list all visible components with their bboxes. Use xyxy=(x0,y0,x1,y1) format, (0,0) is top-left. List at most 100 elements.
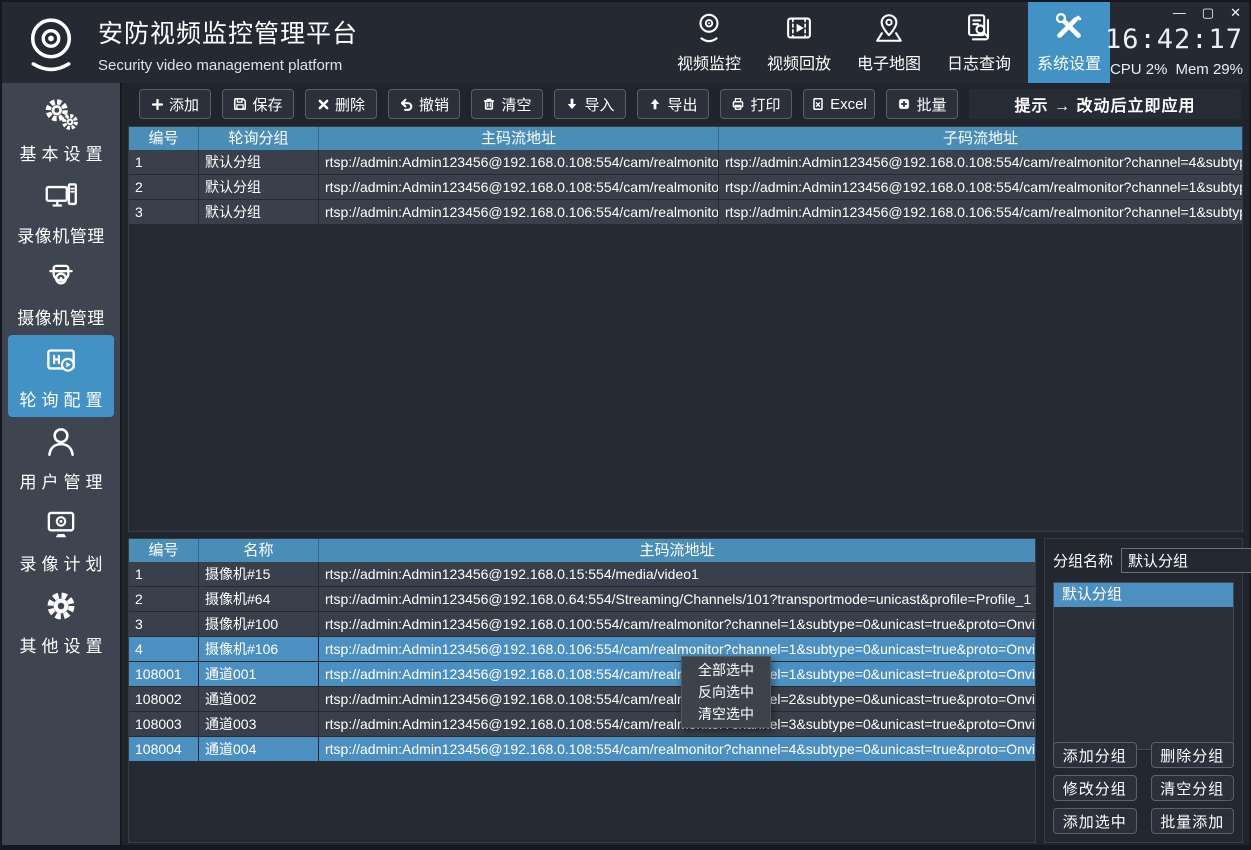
sidebar-item-label: 录像计划 xyxy=(20,550,108,575)
context-menu: 全部选中 反向选中 清空选中 xyxy=(681,656,771,728)
batch-button[interactable]: 批量 xyxy=(886,89,958,119)
nav-label: 系统设置 xyxy=(1037,50,1101,74)
table-row[interactable]: 3 默认分组 rtsp://admin:Admin123456@192.168.… xyxy=(129,200,1242,225)
table-row[interactable]: 1 默认分组 rtsp://admin:Admin123456@192.168.… xyxy=(129,150,1242,175)
add-button[interactable]: 添加 xyxy=(139,89,211,119)
table-row[interactable]: 3 摄像机#100 rtsp://admin:Admin123456@192.1… xyxy=(129,612,1035,637)
sidebar-item-label: 摄像机管理 xyxy=(17,304,105,329)
print-button[interactable]: 打印 xyxy=(720,89,792,119)
column-header: 名称 xyxy=(199,539,319,562)
column-header: 编号 xyxy=(129,539,199,562)
toolbar: 添加 保存 删除 撤销 xyxy=(139,89,1241,119)
sidebar-item-user-management[interactable]: 用户管理 xyxy=(8,417,114,499)
undo-icon xyxy=(399,97,414,112)
mem-usage: Mem 29% xyxy=(1175,61,1243,78)
gears-icon xyxy=(42,95,80,133)
webcam-icon xyxy=(692,11,726,45)
nav-video-monitor[interactable]: 视频监控 xyxy=(668,2,750,83)
save-icon xyxy=(233,97,247,111)
import-button[interactable]: 导入 xyxy=(554,89,626,119)
excel-icon xyxy=(811,97,825,111)
table-header-row: 编号 名称 主码流地址 xyxy=(129,539,1035,562)
header-bar: 安防视频监控管理平台 Security video management pla… xyxy=(2,2,1249,83)
nav-label: 日志查询 xyxy=(947,50,1011,74)
table-row-selected[interactable]: 108001 通道001 rtsp://admin:Admin123456@19… xyxy=(129,662,1035,687)
cpu-usage: CPU 2% xyxy=(1110,61,1168,78)
log-search-icon xyxy=(962,11,996,45)
minimize-button[interactable]: — xyxy=(1173,5,1186,21)
sidebar-item-basic-settings[interactable]: 基本设置 xyxy=(8,89,114,171)
group-list: 默认分组 xyxy=(1053,582,1234,750)
nav-label: 电子地图 xyxy=(857,50,921,74)
table-row[interactable]: 108002 通道002 rtsp://admin:Admin123456@19… xyxy=(129,687,1035,712)
delete-icon xyxy=(317,98,330,111)
main-content: 添加 保存 删除 撤销 xyxy=(122,83,1249,845)
delete-button[interactable]: 删除 xyxy=(305,89,377,119)
sidebar-item-camera-management[interactable]: 摄像机管理 xyxy=(8,253,114,335)
digital-clock: 16:42:17 xyxy=(1105,24,1243,55)
nav-label: 视频监控 xyxy=(677,50,741,74)
gear-icon xyxy=(42,587,80,625)
group-buttons: 添加分组 删除分组 修改分组 清空分组 添加选中 批量添加 xyxy=(1053,742,1234,834)
nav-log-query[interactable]: 日志查询 xyxy=(938,2,1020,83)
printer-icon xyxy=(731,97,745,111)
save-button[interactable]: 保存 xyxy=(222,89,294,119)
page-subtitle: Security video management platform xyxy=(98,57,358,74)
clear-button[interactable]: 清空 xyxy=(471,89,543,119)
context-menu-item-clear-selection[interactable]: 清空选中 xyxy=(682,703,770,725)
add-group-button[interactable]: 添加分组 xyxy=(1053,742,1137,768)
video-playback-icon xyxy=(782,11,816,45)
batch-add-button[interactable]: 批量添加 xyxy=(1151,808,1235,834)
map-pin-icon xyxy=(872,11,906,45)
batch-plus-icon xyxy=(897,97,911,111)
sidebar-item-polling-config[interactable]: 轮询配置 xyxy=(8,335,114,417)
context-menu-item-invert-selection[interactable]: 反向选中 xyxy=(682,681,770,703)
column-header: 子码流地址 xyxy=(719,127,1242,150)
hd-play-icon xyxy=(42,341,80,379)
nav-video-playback[interactable]: 视频回放 xyxy=(758,2,840,83)
dome-camera-icon xyxy=(42,259,80,297)
nav-system-settings[interactable]: 系统设置 xyxy=(1028,2,1110,83)
polling-group-table: 编号 轮询分组 主码流地址 子码流地址 1 默认分组 rtsp://admin:… xyxy=(128,126,1243,532)
sidebar-item-label: 录像机管理 xyxy=(17,222,105,247)
context-menu-item-select-all[interactable]: 全部选中 xyxy=(682,659,770,681)
table-row[interactable]: 1 摄像机#15 rtsp://admin:Admin123456@192.16… xyxy=(129,562,1035,587)
sidebar-item-label: 基本设置 xyxy=(20,140,108,165)
group-name-input[interactable] xyxy=(1121,548,1251,573)
modify-group-button[interactable]: 修改分组 xyxy=(1053,775,1137,801)
nvr-icon xyxy=(42,177,80,215)
import-arrow-icon xyxy=(565,97,579,111)
group-panel: 分组名称 默认分组 添加分组 删除分组 修改分组 清空分组 添加选中 批量添加 xyxy=(1044,538,1243,843)
column-header: 轮询分组 xyxy=(199,127,319,150)
monitor-eye-icon xyxy=(42,505,80,543)
sidebar-item-recording-plan[interactable]: 录像计划 xyxy=(8,499,114,581)
app-window: 安防视频监控管理平台 Security video management pla… xyxy=(0,0,1251,850)
group-list-item[interactable]: 默认分组 xyxy=(1054,583,1233,607)
sidebar: 基本设置 录像机管理 摄像机管理 xyxy=(2,83,120,845)
nav-emap[interactable]: 电子地图 xyxy=(848,2,930,83)
page-title: 安防视频监控管理平台 xyxy=(98,14,358,50)
sidebar-item-recorder-management[interactable]: 录像机管理 xyxy=(8,171,114,253)
table-header-row: 编号 轮询分组 主码流地址 子码流地址 xyxy=(129,127,1242,150)
add-selected-button[interactable]: 添加选中 xyxy=(1053,808,1137,834)
export-button[interactable]: 导出 xyxy=(637,89,709,119)
clear-group-button[interactable]: 清空分组 xyxy=(1151,775,1235,801)
table-row-selected[interactable]: 108004 通道004 rtsp://admin:Admin123456@19… xyxy=(129,737,1035,762)
table-row[interactable]: 2 摄像机#64 rtsp://admin:Admin123456@192.16… xyxy=(129,587,1035,612)
excel-button[interactable]: Excel xyxy=(803,89,875,119)
column-header: 主码流地址 xyxy=(319,127,719,150)
table-row[interactable]: 108003 通道003 rtsp://admin:Admin123456@19… xyxy=(129,712,1035,737)
delete-group-button[interactable]: 删除分组 xyxy=(1151,742,1235,768)
table-row-selected[interactable]: 4 摄像机#106 rtsp://admin:Admin123456@192.1… xyxy=(129,637,1035,662)
nav-label: 视频回放 xyxy=(767,50,831,74)
table-row[interactable]: 2 默认分组 rtsp://admin:Admin123456@192.168.… xyxy=(129,175,1242,200)
group-name-label: 分组名称 xyxy=(1053,550,1113,571)
trash-icon xyxy=(482,97,496,111)
export-arrow-icon xyxy=(648,97,662,111)
column-header: 主码流地址 xyxy=(319,539,1035,562)
undo-button[interactable]: 撤销 xyxy=(388,89,460,119)
close-button[interactable]: ✕ xyxy=(1230,5,1241,21)
sidebar-item-other-settings[interactable]: 其他设置 xyxy=(8,581,114,663)
apply-hint: 提示 → 改动后立即应用 xyxy=(969,89,1241,119)
maximize-button[interactable]: ▢ xyxy=(1202,5,1214,21)
